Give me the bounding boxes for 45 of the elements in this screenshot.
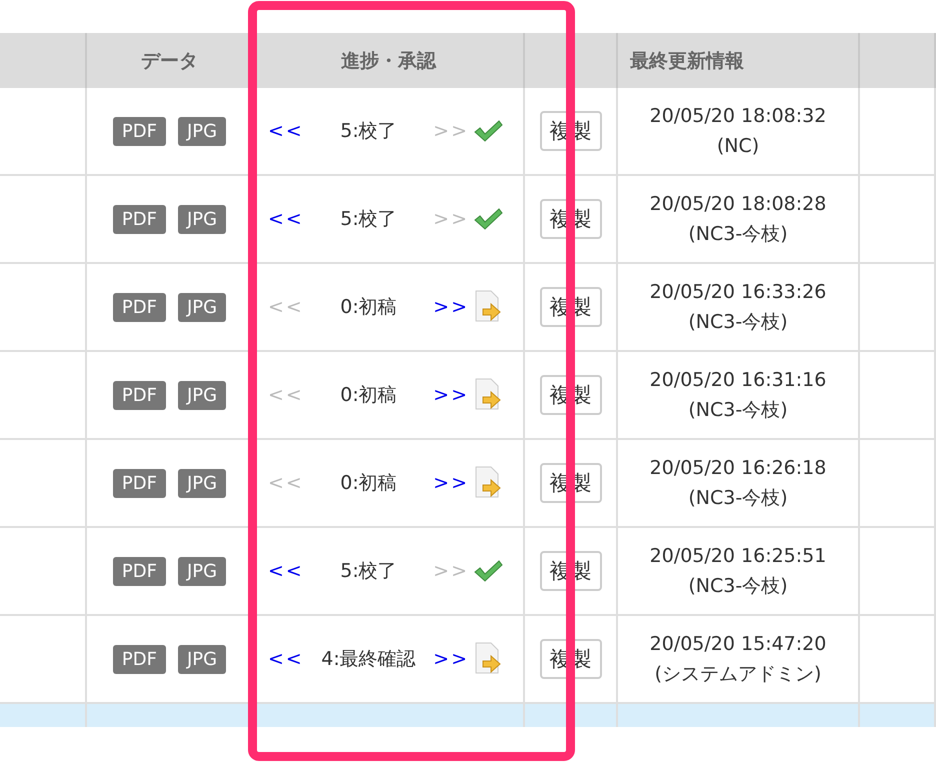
previous-link[interactable]: << <box>268 560 304 582</box>
updated-user: (NC3-今枝) <box>688 310 788 335</box>
status-text: 0:初稿 <box>339 295 398 320</box>
updated-time: 20/05/20 15:47:20 <box>650 632 826 657</box>
download-button[interactable]: PDF <box>112 292 166 322</box>
updated-time: 20/05/20 16:31:16 <box>650 368 826 393</box>
download-button[interactable]: JPG <box>178 380 226 410</box>
download-button[interactable]: PDF <box>112 556 166 586</box>
column-header: 進捗・承認 <box>254 33 525 88</box>
updated-time: 20/05/20 18:08:32 <box>650 104 826 129</box>
download-button[interactable]: JPG <box>178 292 226 322</box>
download-button[interactable]: JPG <box>178 468 226 498</box>
next-link[interactable]: >> <box>433 648 469 670</box>
updated-time: 20/05/20 16:33:26 <box>650 280 826 305</box>
download-button[interactable]: JPG <box>178 116 226 146</box>
previous-link[interactable]: << <box>268 208 304 230</box>
status-text: 5:校了 <box>339 559 398 584</box>
next-link[interactable]: >> <box>433 472 469 494</box>
download-button[interactable]: JPG <box>178 204 226 234</box>
updated-time: 20/05/20 16:26:18 <box>650 456 826 481</box>
status-text: 4:最終確認 <box>320 647 417 672</box>
updated-user: (NC3-今枝) <box>688 398 788 423</box>
download-button[interactable]: PDF <box>112 468 166 498</box>
status-text: 5:校了 <box>339 207 398 232</box>
updated-user: (NC3-今枝) <box>688 574 788 599</box>
next-link[interactable]: >> <box>433 296 469 318</box>
download-button[interactable]: PDF <box>112 204 166 234</box>
updated-user: (システムアドミン) <box>654 662 822 687</box>
download-button[interactable]: PDF <box>112 380 166 410</box>
download-button[interactable]: JPG <box>178 644 226 674</box>
updated-time: 20/05/20 18:08:28 <box>650 192 826 217</box>
updated-user: (NC) <box>716 134 760 159</box>
status-text: 5:校了 <box>339 119 398 144</box>
previous-link[interactable]: << <box>268 120 304 142</box>
status-text: 0:初稿 <box>339 383 398 408</box>
previous-link[interactable]: << <box>268 648 304 670</box>
download-button[interactable]: JPG <box>178 556 226 586</box>
updated-user: (NC3-今枝) <box>688 486 788 511</box>
next-link[interactable]: >> <box>433 384 469 406</box>
updated-time: 20/05/20 16:25:51 <box>650 544 826 569</box>
updated-user: (NC3-今枝) <box>688 222 788 247</box>
download-button[interactable]: PDF <box>112 644 166 674</box>
download-button[interactable]: PDF <box>112 116 166 146</box>
column-header: 最終更新情報 <box>618 33 860 88</box>
status-text: 0:初稿 <box>339 471 398 496</box>
